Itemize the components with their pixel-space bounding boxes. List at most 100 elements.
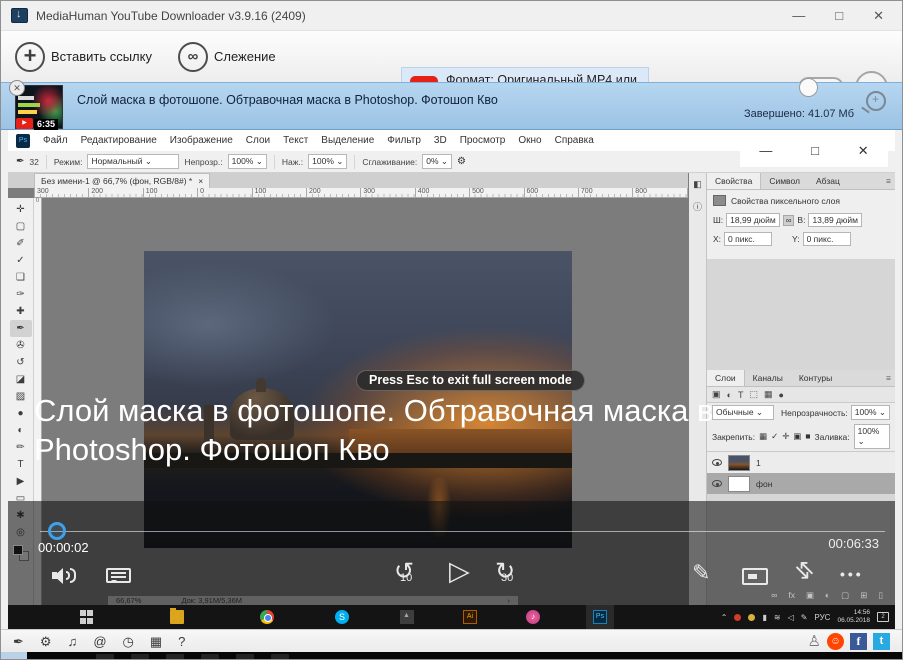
chrome-icon	[260, 610, 274, 624]
tab-channels: Каналы	[745, 370, 791, 386]
youtube-play-badge: ▶	[16, 118, 33, 129]
yellow-dot-icon	[748, 614, 755, 621]
height-field: 13,89 дюйм	[808, 213, 862, 227]
smoothing-label: Сглаживание:	[362, 157, 417, 167]
ps-menu-item: Фильтр	[387, 135, 421, 146]
cleanup-broom-icon[interactable]: ✒	[13, 635, 24, 648]
ruler-number: 100	[143, 188, 197, 197]
title-bar: MediaHuman YouTube Downloader v3.9.16 (2…	[1, 1, 902, 31]
watch-clipboard-button[interactable]: ∞ Слежение	[178, 42, 276, 72]
tab-layers: Слои	[707, 370, 745, 386]
mode-label: Режим:	[54, 157, 83, 167]
link-dimensions-icon: ∞	[783, 215, 795, 226]
paste-link-label: Вставить ссылку	[51, 49, 152, 64]
smoothing-select: 0% ⌄	[422, 154, 452, 169]
panel-menu-icon: ≡	[878, 173, 895, 189]
recording-dot-icon	[734, 614, 741, 621]
settings-gear-icon[interactable]: ⚙	[40, 635, 52, 648]
remove-item-icon[interactable]: ✕	[9, 80, 25, 96]
tab-character: Символ	[761, 173, 808, 189]
video-player[interactable]: Ps ФайлРедактированиеИзображениеСлоиТекс…	[8, 130, 895, 629]
ps-tool-icon: ✐	[10, 235, 32, 252]
battery-icon: ▮	[762, 613, 766, 622]
ruler-number: 400	[415, 188, 469, 197]
binoculars-icon: ∞	[188, 48, 199, 65]
layers-action-icon: ▢	[841, 590, 849, 601]
minimize-button[interactable]: —	[792, 9, 805, 22]
seek-knob[interactable]	[48, 522, 66, 540]
ruler-number: 700	[578, 188, 632, 197]
duration-badge: 6:35	[34, 119, 58, 130]
ruler-number: 800	[632, 188, 686, 197]
tab-close-icon: ×	[198, 174, 203, 188]
facebook-icon[interactable]: f	[850, 633, 867, 650]
minimize-icon: —	[759, 143, 772, 158]
close-icon: ✕	[858, 143, 869, 159]
music-note-icon[interactable]: ♫	[68, 635, 78, 648]
layer-row-background[interactable]: фон	[707, 473, 895, 494]
ps-menu-item: Слои	[246, 135, 270, 146]
layers-action-icon: ◐	[825, 590, 830, 601]
ps-document-tab: Без имени-1 @ 66,7% (фон, RGB/8#) * ×	[34, 173, 210, 188]
more-options-button[interactable]: •••	[840, 566, 864, 582]
forward-30-button[interactable]: ↻ 30	[495, 560, 515, 584]
status-toolbar: ✒ ⚙ ♫ @ ◷ ▦ ? ♙ ☺ f t	[1, 629, 902, 652]
ps-tool-icon: ▨	[10, 388, 32, 405]
gear-icon: ⚙	[457, 156, 466, 167]
close-button[interactable]: ✕	[873, 9, 884, 22]
wifi-icon: ≋	[774, 613, 781, 622]
properties-subtitle: Свойства пиксельного слоя	[731, 196, 840, 206]
layer-opacity-select: 100% ⌄	[851, 405, 890, 420]
ruler-number: 200	[88, 188, 142, 197]
pip-button[interactable]	[742, 568, 768, 585]
host-taskbar-corner	[1, 652, 27, 660]
illustrator-icon: Ai	[463, 610, 477, 624]
ps-menu-item: Изображение	[170, 135, 233, 146]
edit-pencil-button[interactable]: ✎	[692, 560, 710, 586]
history-clock-icon[interactable]: ◷	[123, 635, 134, 648]
layers-action-icon: fx	[788, 590, 795, 601]
layers-action-icon: ▯	[878, 590, 883, 601]
in-video-taskbar: S Ai ♪ Ps ⌃ ▮ ≋ ◁ ✎ РУС 14:56 06.05.2018…	[8, 605, 895, 629]
toggle-knob	[799, 78, 818, 97]
ps-menu-item: Файл	[43, 135, 68, 146]
ps-horizontal-ruler: 3002001000100200300400500600700800900100…	[34, 188, 688, 198]
layers-action-icon: ▣	[806, 590, 814, 601]
visibility-eye-icon[interactable]	[712, 480, 722, 487]
skype-icon: S	[335, 610, 349, 624]
twitter-icon[interactable]: t	[873, 633, 890, 650]
snail-speed-icon[interactable]: @	[93, 635, 106, 648]
tray-chevron-icon: ⌃	[721, 613, 728, 622]
photoshop-icon: Ps	[593, 610, 607, 624]
paste-link-button[interactable]: + Вставить ссылку	[15, 42, 152, 72]
mascot-icon[interactable]: ♙	[808, 632, 821, 650]
video-overlay-title: Слой маска в фотошопе. Обтравочная маска…	[34, 391, 855, 469]
play-button[interactable]: ▷	[449, 558, 470, 585]
flow-select: 100% ⌄	[308, 154, 347, 169]
maximize-button[interactable]: □	[835, 9, 843, 22]
seek-bar[interactable]	[40, 531, 885, 532]
photos-icon	[400, 610, 414, 624]
volume-button[interactable]	[52, 567, 78, 584]
pixel-layer-icon	[713, 195, 726, 206]
ps-menu-item: Просмотр	[460, 135, 506, 146]
reddit-icon[interactable]: ☺	[827, 633, 844, 650]
ruler-number: 100	[252, 188, 306, 197]
opacity-select: 100% ⌄	[228, 154, 267, 169]
ps-tool-icon: T	[10, 456, 32, 473]
sliders-panel-icon: ◧	[689, 179, 706, 190]
help-icon[interactable]: ?	[178, 635, 185, 648]
reveal-file-icon[interactable]	[866, 91, 886, 111]
gift-icon[interactable]: ▦	[150, 635, 162, 648]
watch-label: Слежение	[214, 49, 276, 64]
layers-action-icon: ⊞	[860, 590, 867, 601]
player-control-shade	[8, 501, 895, 605]
rewind-10-button[interactable]: ↺ 10	[394, 560, 414, 584]
subtitles-button[interactable]	[106, 568, 131, 583]
download-item-row[interactable]: ✕ ▶ 6:35 Слой маска в фотошопе. Обтравоч…	[1, 82, 902, 130]
info-panel-icon: ⓘ	[689, 200, 706, 213]
ruler-number: 600	[524, 188, 578, 197]
ps-menu-item: Выделение	[321, 135, 374, 146]
layers-tabs: Слои Каналы Контуры ≡	[707, 370, 895, 387]
ps-tool-icon: ✛	[10, 201, 32, 218]
